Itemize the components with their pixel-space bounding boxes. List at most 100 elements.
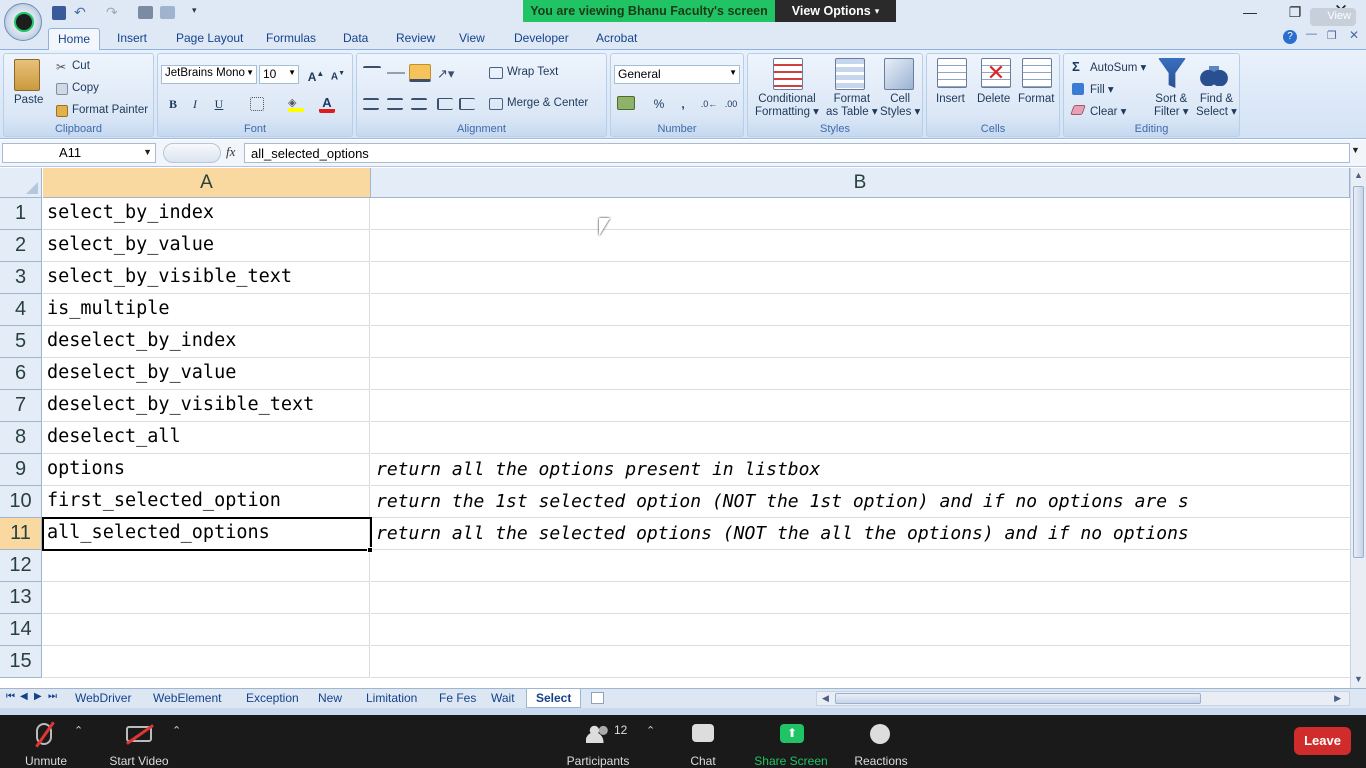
print-preview-icon[interactable] xyxy=(160,6,175,19)
shrink-font-icon[interactable]: A▼ xyxy=(328,65,348,83)
cell-a[interactable] xyxy=(43,614,370,646)
row-header[interactable]: 8 xyxy=(0,422,42,454)
cell-a[interactable]: select_by_value xyxy=(43,230,370,262)
cell-b[interactable] xyxy=(371,358,1350,390)
cell-a[interactable]: first_selected_option xyxy=(43,486,370,518)
row-header[interactable]: 12 xyxy=(0,550,42,582)
view-options-button[interactable]: View Options ▾ xyxy=(775,0,896,22)
tab-home[interactable]: Home xyxy=(48,28,100,51)
tab-acrobat[interactable]: Acrobat xyxy=(596,31,637,45)
leave-button[interactable]: Leave xyxy=(1294,727,1351,755)
format-as-table-button[interactable]: Format as Table ▾ xyxy=(826,93,878,119)
undo-icon[interactable]: ↶ xyxy=(74,4,86,21)
sort-filter-button[interactable]: Sort & Filter ▾ xyxy=(1154,93,1189,119)
reactions-icon[interactable] xyxy=(870,724,890,744)
office-button[interactable] xyxy=(4,3,42,41)
unmute-button[interactable]: Unmute xyxy=(20,754,72,768)
row-header[interactable]: 7 xyxy=(0,390,42,422)
format-cells-button[interactable]: Format xyxy=(1018,93,1054,105)
tab-formulas[interactable]: Formulas xyxy=(266,31,316,45)
cell-a[interactable]: deselect_by_index xyxy=(43,326,370,358)
cell-b[interactable]: return all the selected options (NOT the… xyxy=(371,518,1350,550)
tab-page-layout[interactable]: Page Layout xyxy=(176,31,243,45)
cell-b[interactable] xyxy=(371,198,1350,230)
row-header[interactable]: 15 xyxy=(0,646,42,678)
sheet-tab-webelement[interactable]: WebElement xyxy=(153,691,221,705)
conditional-formatting-button[interactable]: Conditional Formatting ▾ xyxy=(755,93,819,119)
cell-a[interactable]: deselect_by_visible_text xyxy=(43,390,370,422)
scroll-left-icon[interactable]: ◀ xyxy=(822,693,829,704)
row-header[interactable]: 10 xyxy=(0,486,42,518)
align-center-icon[interactable] xyxy=(387,98,403,110)
tab-developer[interactable]: Developer xyxy=(514,31,569,45)
sheet-tab-fe-fes[interactable]: Fe Fes xyxy=(439,691,476,705)
row-header[interactable]: 2 xyxy=(0,230,42,262)
reactions-button[interactable]: Reactions xyxy=(852,754,910,768)
ribbon-restore-icon[interactable]: ❐ xyxy=(1327,29,1337,42)
cell-a[interactable]: deselect_all xyxy=(43,422,370,454)
last-sheet-icon[interactable]: ⏭ xyxy=(48,691,57,702)
row-header[interactable]: 3 xyxy=(0,262,42,294)
cell-b[interactable] xyxy=(371,294,1350,326)
chat-icon[interactable] xyxy=(692,724,714,742)
tab-insert[interactable]: Insert xyxy=(117,31,147,45)
row-header[interactable]: 4 xyxy=(0,294,42,326)
font-size-select[interactable]: 10 ▼ xyxy=(259,65,299,84)
sheet-tab-select[interactable]: Select xyxy=(526,689,582,708)
cell-a[interactable] xyxy=(43,550,370,582)
cell-b[interactable] xyxy=(371,550,1350,582)
format-painter-button[interactable]: Format Painter xyxy=(72,104,148,116)
next-sheet-icon[interactable]: ▶ xyxy=(34,691,42,702)
minimize-icon[interactable]: — xyxy=(1240,4,1260,20)
sheet-tab-limitation[interactable]: Limitation xyxy=(366,691,417,705)
participants-chevron-icon[interactable]: ⌃ xyxy=(646,724,655,737)
decrease-indent-icon[interactable] xyxy=(437,98,453,110)
redo-icon[interactable]: ↷ xyxy=(106,4,118,21)
audio-options-chevron-icon[interactable]: ⌃ xyxy=(74,724,83,737)
cell-b[interactable] xyxy=(371,582,1350,614)
italic-button[interactable]: I xyxy=(185,95,205,113)
view-toggle-button[interactable]: View xyxy=(1310,8,1356,26)
row-header[interactable]: 9 xyxy=(0,454,42,486)
borders-icon[interactable] xyxy=(250,97,264,111)
cell-b[interactable]: return all the options present in listbo… xyxy=(371,454,1350,486)
increase-decimal-icon[interactable]: .0← xyxy=(699,95,719,113)
video-options-chevron-icon[interactable]: ⌃ xyxy=(172,724,181,737)
select-all-corner[interactable] xyxy=(0,168,42,198)
underline-button[interactable]: U xyxy=(209,95,229,113)
bold-button[interactable]: B xyxy=(163,95,183,113)
insert-function-button[interactable]: fx xyxy=(226,144,235,160)
ribbon-close-icon[interactable]: ✕ xyxy=(1349,28,1359,42)
scroll-up-icon[interactable]: ▲ xyxy=(1354,170,1363,180)
cell-a[interactable]: is_multiple xyxy=(43,294,370,326)
fill-handle[interactable] xyxy=(367,547,373,553)
wrap-text-button[interactable]: Wrap Text xyxy=(507,66,558,78)
scroll-right-icon[interactable]: ▶ xyxy=(1334,693,1341,704)
cut-button[interactable]: Cut xyxy=(72,60,90,72)
share-screen-button[interactable]: Share Screen xyxy=(752,754,830,768)
number-format-select[interactable]: General ▼ xyxy=(614,65,740,84)
cell-a[interactable] xyxy=(43,646,370,678)
sheet-tab-wait[interactable]: Wait xyxy=(491,691,515,705)
font-color-icon[interactable]: A xyxy=(319,95,335,113)
cell-b[interactable] xyxy=(371,262,1350,294)
grow-font-icon[interactable]: A▲ xyxy=(306,65,326,84)
find-select-button[interactable]: Find & Select ▾ xyxy=(1196,93,1237,119)
tab-data[interactable]: Data xyxy=(343,31,368,45)
first-sheet-icon[interactable]: ⏮ xyxy=(6,691,15,702)
expand-formula-bar-icon[interactable]: ▼ xyxy=(1351,145,1360,155)
start-video-button[interactable]: Start Video xyxy=(104,754,174,768)
row-header[interactable]: 6 xyxy=(0,358,42,390)
align-bottom-icon[interactable] xyxy=(409,64,431,82)
paste-button[interactable]: Paste xyxy=(14,94,43,106)
decrease-decimal-icon[interactable]: .00 xyxy=(721,95,741,113)
orientation-icon[interactable]: ↗▾ xyxy=(437,66,454,82)
cell-b[interactable] xyxy=(371,422,1350,454)
insert-sheet-icon[interactable] xyxy=(591,692,604,704)
help-icon[interactable]: ? xyxy=(1283,30,1297,44)
cell-a[interactable]: deselect_by_value xyxy=(43,358,370,390)
clear-button[interactable]: Clear ▾ xyxy=(1090,104,1126,118)
cell-b[interactable] xyxy=(371,230,1350,262)
align-left-icon[interactable] xyxy=(363,98,379,110)
row-header[interactable]: 11 xyxy=(0,518,42,550)
